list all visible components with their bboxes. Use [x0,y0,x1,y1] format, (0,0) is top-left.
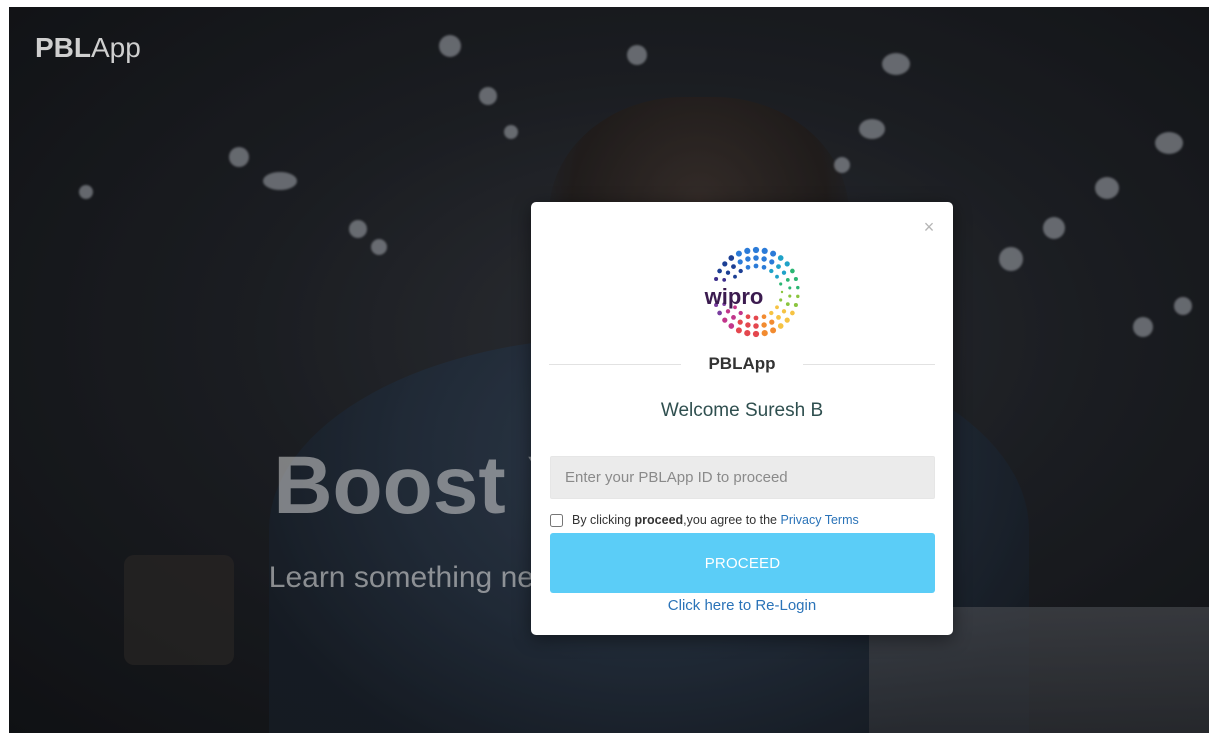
terms-prefix: By clicking [572,513,632,527]
logo-dot [745,322,751,328]
logo-dot [722,261,728,267]
logo-dot [761,314,767,320]
logo-dot [737,259,743,265]
logo-dot [738,268,743,274]
logo-dot [790,268,795,274]
logo-dot [776,264,781,270]
logo-dot [796,294,800,299]
brand-rest: App [91,32,141,63]
logo-dot [769,259,775,265]
logo-dot [770,327,777,334]
logo-dot [737,319,743,325]
logo-dot [744,247,751,254]
relogin-link[interactable]: Click here to Re-Login [531,597,953,614]
proceed-button[interactable]: PROCEED [550,533,935,593]
logo-dot [785,278,790,282]
logo-dot [761,264,767,270]
logo-dot [731,264,736,270]
logo-dot [725,309,731,314]
privacy-terms-link[interactable]: Privacy Terms [780,513,858,527]
logo-dot [725,270,731,275]
logo-dot [731,314,736,320]
logo-dot [753,263,759,269]
pblapp-id-input[interactable] [550,456,935,499]
welcome-message: Welcome Suresh B [660,400,824,421]
logo-dot [728,323,735,329]
logo-dot [781,309,787,314]
wipro-logo: wipro [704,246,800,338]
logo-dot [781,270,787,275]
logo-dot [769,310,774,316]
logo-dot [735,250,742,257]
logo-dot [775,305,779,310]
logo-dot [769,319,775,325]
logo-dot [744,330,751,337]
logo-dot [785,302,790,306]
terms-bold-word: proceed [634,513,684,527]
logo-dot [753,323,759,329]
logo-dot [770,250,777,257]
logo-dot [752,246,760,254]
logo-dot [761,330,768,337]
logo-dot [717,310,722,316]
logo-text: wipro [704,284,764,309]
logo-dot [761,256,767,262]
divider-line-right [803,364,935,365]
logo-dot [796,285,800,290]
logo-dot [745,314,751,320]
logo-dot [779,282,783,286]
logo-dot [752,330,760,338]
logo-dot [788,294,792,298]
logo-dot [784,261,790,267]
logo-dot [790,310,795,316]
terms-middle: ,you agree to the [683,513,777,527]
logo-dot [761,322,767,328]
close-icon[interactable]: × [921,218,937,236]
logo-dot [733,274,737,279]
brand-strong: PBL [35,32,91,63]
logo-dot [779,298,783,302]
terms-checkbox[interactable] [550,513,563,527]
logo-dot [753,315,759,321]
terms-row: By clicking proceed ,you agree to the Pri… [550,511,940,529]
site-brand[interactable]: PBLApp [35,32,141,64]
logo-dot [769,268,774,274]
logo-dot [777,323,784,329]
logo-dot [728,255,735,261]
logo-dot [793,302,798,308]
logo-dot [735,327,742,334]
logo-dot [775,274,779,279]
logo-dot [714,276,719,282]
logo-dot [761,247,768,254]
logo-dot [777,255,784,261]
title-divider: PBLApp [549,354,935,376]
logo-dot [745,256,751,262]
logo-dot [784,317,790,323]
logo-dot [780,290,784,294]
logo-dot [717,268,722,274]
logo-dot [722,278,727,282]
logo-dot [753,255,759,261]
login-modal: × wipro PBLApp Welcome Suresh B By click… [531,202,953,635]
logo-dot [776,314,781,320]
logo-dot [738,310,743,316]
logo-dot [788,286,792,290]
logo-dot [793,276,798,282]
logo-dot [745,264,751,270]
logo-dot [722,317,728,323]
